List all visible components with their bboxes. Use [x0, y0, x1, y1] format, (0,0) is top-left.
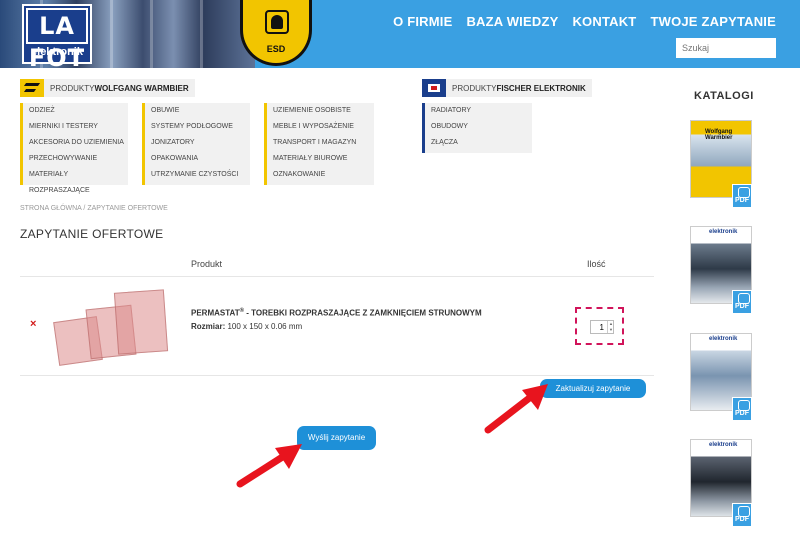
- page-title: ZAPYTANIE OFERTOWE: [20, 227, 164, 241]
- group-warmbier-brand: WOLFGANG WARMBIER: [94, 83, 189, 93]
- quantity-highlight-box: ▲▼: [575, 307, 624, 345]
- category-link[interactable]: MATERIAŁY ROZPRASZAJĄCE: [23, 167, 128, 194]
- annotation-arrow-update: [484, 384, 548, 434]
- category-link[interactable]: UTRZYMANIE CZYSTOŚCI: [145, 167, 250, 183]
- warmbier-column-3: UZIEMIENIE OSOBISTE MEBLE I WYPOSAŻENIE …: [264, 103, 374, 185]
- nav-kontakt[interactable]: KONTAKT: [572, 14, 636, 29]
- category-link[interactable]: AKCESORIA DO UZIEMIENIA: [23, 135, 128, 151]
- table-divider: [20, 276, 654, 277]
- logo-letters: LA FOT: [26, 8, 88, 72]
- category-link[interactable]: ODZIEŻ: [23, 103, 128, 119]
- category-link[interactable]: RADIATORY: [425, 103, 532, 119]
- site-header: LA FOT elektronik ESD O FIRMIE BAZA WIED…: [0, 0, 800, 72]
- esd-label: ESD: [266, 44, 286, 54]
- category-link[interactable]: OZNAKOWANIE: [267, 167, 374, 183]
- group-fischer-brand: FISCHER ELEKTRONIK: [496, 83, 586, 93]
- category-link[interactable]: UZIEMIENIE OSOBISTE: [267, 103, 374, 119]
- product-size: Rozmiar: 100 x 150 x 0.06 mm: [191, 322, 302, 331]
- katalogi-title: KATALOGI: [694, 90, 754, 102]
- category-link[interactable]: PRZECHOWYWANIE: [23, 151, 128, 167]
- product-size-label: Rozmiar:: [191, 322, 226, 331]
- catalog-cover-title: Wolfgang Warmbier: [705, 129, 733, 141]
- category-link[interactable]: OPAKOWANIA: [145, 151, 250, 167]
- group-fischer-header: PRODUKTY FISCHER ELEKTRONIK: [422, 79, 592, 97]
- logo-subtitle: elektronik: [31, 46, 83, 58]
- catalog-cover-title: elektronik: [709, 229, 738, 235]
- breadcrumb-current: ZAPYTANIE OFERTOWE: [87, 205, 168, 212]
- warmbier-logo-icon: [20, 79, 44, 97]
- category-link[interactable]: OBUWIE: [145, 103, 250, 119]
- product-name[interactable]: PERMASTAT® - TOREBKI ROZPRASZAJĄCE Z ZAM…: [191, 308, 482, 318]
- product-size-value: 100 x 150 x 0.06 mm: [225, 322, 303, 331]
- category-link[interactable]: MIERNIKI I TESTERY: [23, 119, 128, 135]
- annotation-arrow-send: [236, 444, 302, 488]
- search-input[interactable]: [676, 38, 776, 58]
- esd-hand-icon: [265, 10, 289, 34]
- column-header-product: Produkt: [191, 259, 223, 269]
- category-link[interactable]: OBUDOWY: [425, 119, 532, 135]
- product-name-main: PERMASTAT: [191, 308, 240, 318]
- catalog-fischer-1[interactable]: elektronik PDF: [690, 226, 752, 314]
- fischer-column: RADIATORY OBUDOWY ZŁĄCZA: [422, 103, 532, 153]
- breadcrumb: STRONA GŁÓWNA / ZAPYTANIE OFERTOWE: [20, 205, 168, 212]
- catalog-cover-title: elektronik: [709, 442, 738, 448]
- catalog-warmbier[interactable]: Wolfgang Warmbier PDF: [690, 120, 752, 208]
- esd-badge: ESD: [240, 0, 312, 66]
- table-divider-bottom: [20, 375, 654, 376]
- group-warmbier-prefix: PRODUKTY: [50, 83, 95, 93]
- warmbier-column-2: OBUWIE SYSTEMY PODŁOGOWE JONIZATORY OPAK…: [142, 103, 250, 185]
- warmbier-column-1: ODZIEŻ MIERNIKI I TESTERY AKCESORIA DO U…: [20, 103, 128, 194]
- main-nav: O FIRMIE BAZA WIEDZY KONTAKT TWOJE ZAPYT…: [393, 14, 776, 29]
- stepper-arrows-icon[interactable]: ▲ ▼: [607, 321, 614, 333]
- nav-o-firmie[interactable]: O FIRMIE: [393, 14, 452, 29]
- nav-twoje-zapytanie[interactable]: TWOJE ZAPYTANIE: [650, 14, 776, 29]
- group-warmbier-header: PRODUKTY WOLFGANG WARMBIER: [20, 79, 195, 97]
- product-image: [52, 285, 170, 369]
- remove-item-button[interactable]: ×: [30, 318, 36, 330]
- category-link[interactable]: MATERIAŁY BIUROWE: [267, 151, 374, 167]
- pdf-icon: PDF: [732, 290, 752, 314]
- catalog-fischer-2[interactable]: elektronik PDF: [690, 333, 752, 421]
- send-request-button[interactable]: Wyślij zapytanie: [297, 426, 376, 450]
- breadcrumb-home[interactable]: STRONA GŁÓWNA: [20, 205, 81, 212]
- category-link[interactable]: TRANSPORT I MAGAZYN: [267, 135, 374, 151]
- lafot-logo[interactable]: LA FOT elektronik: [22, 4, 92, 72]
- category-link[interactable]: MEBLE I WYPOSAŻENIE: [267, 119, 374, 135]
- update-request-button[interactable]: Zaktualizuj zapytanie: [540, 379, 646, 398]
- fischer-logo-icon: [422, 79, 446, 97]
- category-link[interactable]: SYSTEMY PODŁOGOWE: [145, 119, 250, 135]
- pdf-icon: PDF: [732, 184, 752, 208]
- catalog-cover-title: elektronik: [709, 336, 738, 342]
- category-link[interactable]: JONIZATORY: [145, 135, 250, 151]
- category-link[interactable]: ZŁĄCZA: [425, 135, 532, 151]
- product-name-rest: - TOREBKI ROZPRASZAJĄCE Z ZAMKNIĘCIEM ST…: [244, 308, 482, 318]
- group-fischer-prefix: PRODUKTY: [452, 83, 497, 93]
- column-header-quantity: Ilość: [587, 259, 606, 269]
- nav-baza-wiedzy[interactable]: BAZA WIEDZY: [466, 14, 558, 29]
- pdf-icon: PDF: [732, 503, 752, 527]
- pdf-icon: PDF: [732, 397, 752, 421]
- catalog-fischer-3[interactable]: elektronik PDF: [690, 439, 752, 527]
